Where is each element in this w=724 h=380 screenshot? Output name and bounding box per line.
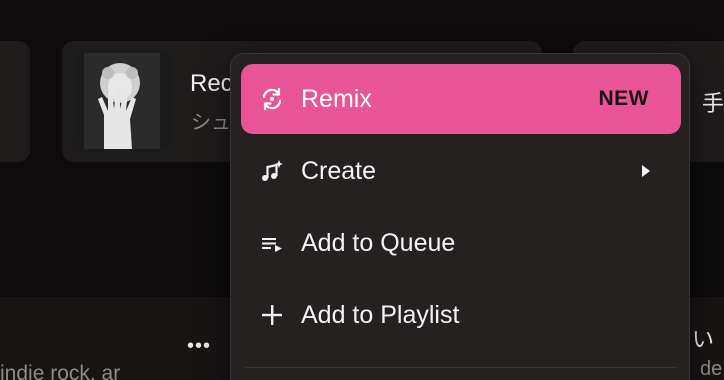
menu-item-remix[interactable]: Remix NEW xyxy=(241,64,681,134)
queue-icon xyxy=(257,228,287,258)
track-card-left[interactable] xyxy=(0,41,30,162)
remix-icon xyxy=(257,84,287,114)
create-music-icon xyxy=(257,156,287,186)
more-options-button[interactable]: ••• xyxy=(187,336,211,356)
right-card-title[interactable]: 手 xyxy=(702,86,724,118)
track-artist[interactable]: シュ xyxy=(191,106,231,135)
menu-item-create-label: Create xyxy=(301,156,377,185)
context-menu: Remix NEW Create Add to Queue Add to Pla… xyxy=(230,53,690,380)
menu-item-remix-label: Remix xyxy=(301,84,372,113)
menu-item-create[interactable]: Create xyxy=(241,136,681,206)
menu-item-add-to-playlist[interactable]: Add to Playlist xyxy=(241,280,681,350)
right-lower-subtitle: de xyxy=(700,358,723,380)
chevron-right-icon xyxy=(642,165,650,177)
track-title[interactable]: Rec xyxy=(190,70,233,98)
genre-description: indie rock, ar xyxy=(0,362,121,380)
menu-item-add-to-playlist-label: Add to Playlist xyxy=(301,300,460,329)
new-badge: NEW xyxy=(598,87,649,110)
menu-item-add-to-queue-label: Add to Queue xyxy=(301,228,456,257)
right-lower-title: い xyxy=(692,327,715,352)
menu-item-add-to-queue[interactable]: Add to Queue xyxy=(241,208,681,278)
plus-icon xyxy=(257,300,287,330)
app-stage: Rec シュ 手 ••• indie rock, ar い de Remix N… xyxy=(0,0,724,380)
album-art-image xyxy=(74,53,170,149)
menu-divider xyxy=(245,367,677,368)
album-cover[interactable] xyxy=(74,53,170,149)
